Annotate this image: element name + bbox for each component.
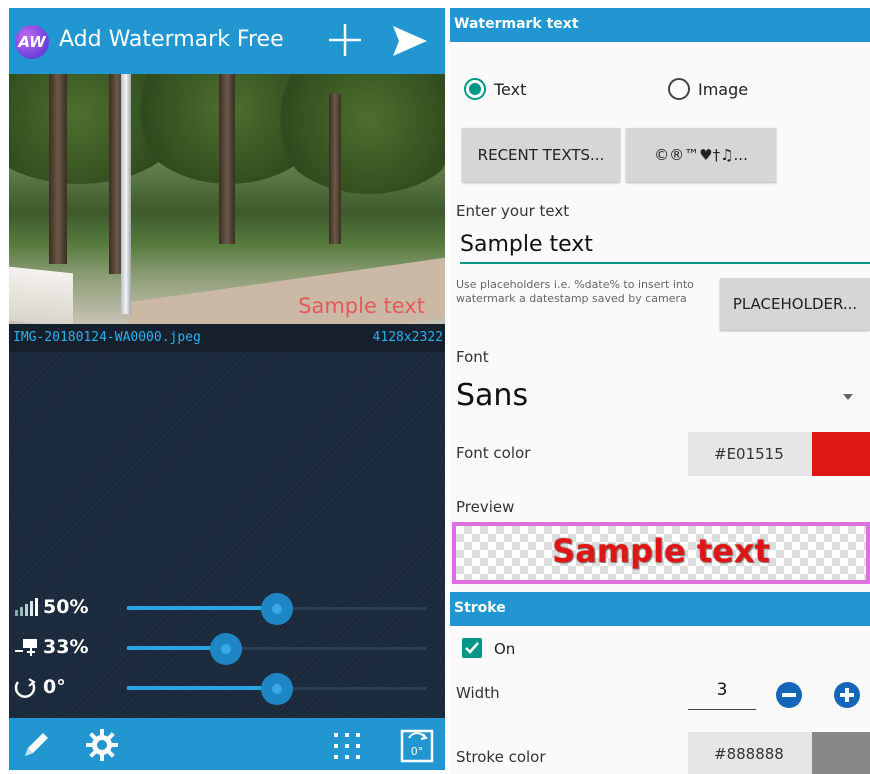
app-logo: AW [15, 25, 49, 59]
pencil-icon[interactable] [19, 728, 53, 762]
editor-panel: AW Add Watermark Free Sample text IMG-20… [9, 8, 445, 770]
watermark-text-input[interactable]: Sample text [460, 232, 870, 264]
stroke-on-label: On [494, 640, 516, 658]
size-icon [15, 639, 37, 656]
check-icon [465, 642, 479, 654]
rotation-value: 0° [43, 676, 66, 698]
photo-preview[interactable]: Sample text [9, 74, 445, 324]
preview-text: Sample text [552, 532, 770, 570]
rotation-thumb[interactable] [261, 673, 293, 705]
bottom-toolbar: 0° [9, 718, 445, 770]
grid-icon[interactable] [331, 730, 363, 762]
radio-text[interactable]: Text [464, 76, 584, 102]
app-bar: AW Add Watermark Free [9, 8, 445, 74]
minus-icon [782, 693, 796, 697]
font-color-label: Font color [456, 444, 531, 462]
decrease-width-button[interactable] [776, 682, 802, 708]
preview-label: Preview [456, 498, 515, 516]
font-color-swatch[interactable] [812, 432, 870, 476]
stroke-color-field[interactable]: #888888 [688, 732, 812, 774]
opacity-icon [15, 598, 38, 616]
rotation-icon [14, 678, 36, 698]
stroke-checkbox[interactable] [462, 638, 482, 658]
placeholder-hint: Use placeholders i.e. %date% to insert i… [456, 278, 694, 305]
app-title: Add Watermark Free [59, 27, 284, 52]
stroke-width-input[interactable]: 3 [688, 680, 756, 710]
dropdown-arrow-icon[interactable] [843, 394, 853, 400]
symbols-button[interactable]: ©®™♥†♫... [626, 128, 776, 182]
size-value: 33% [43, 636, 89, 658]
settings-panel: Watermark text Text Image RECENT TEXTS..… [450, 8, 870, 774]
size-slider-row: 33% [9, 630, 445, 666]
size-thumb[interactable] [210, 633, 242, 665]
stroke-color-label: Stroke color [456, 748, 546, 766]
enter-text-label: Enter your text [456, 202, 570, 220]
radio-text-label: Text [494, 80, 527, 99]
width-label: Width [456, 684, 500, 702]
radio-image-label: Image [698, 80, 749, 99]
plus-icon [840, 688, 854, 702]
stroke-header: Stroke [450, 592, 870, 626]
rotate-icon[interactable]: 0° [399, 726, 435, 764]
opacity-fill [127, 606, 277, 610]
opacity-thumb[interactable] [261, 593, 293, 625]
image-info-bar: IMG-20180124-WA0000.jpeg 4128x2322 [9, 324, 445, 352]
watermark-text-header: Watermark text [450, 8, 870, 42]
add-icon[interactable] [327, 22, 363, 58]
recent-texts-button[interactable]: RECENT TEXTS... [462, 128, 620, 182]
rotate-angle: 0° [411, 745, 424, 758]
filename: IMG-20180124-WA0000.jpeg [13, 330, 201, 345]
stroke-color-swatch[interactable] [812, 732, 870, 774]
radio-text-indicator[interactable] [464, 78, 486, 100]
radio-image[interactable]: Image [668, 76, 788, 102]
placeholder-button[interactable]: PLACEHOLDER... [720, 278, 870, 330]
radio-image-indicator[interactable] [668, 78, 690, 100]
increase-width-button[interactable] [834, 682, 860, 708]
rotation-fill [127, 686, 277, 690]
font-dropdown[interactable]: Sans [456, 378, 528, 413]
preview-box: Sample text [452, 522, 870, 584]
font-label: Font [456, 348, 489, 366]
gear-icon[interactable] [85, 728, 119, 762]
font-color-field[interactable]: #E01515 [688, 432, 812, 476]
rotation-slider-row: 0° [9, 670, 445, 706]
send-icon[interactable] [391, 22, 429, 60]
resolution: 4128x2322 [372, 330, 443, 345]
opacity-value: 50% [43, 596, 89, 618]
watermark-overlay[interactable]: Sample text [298, 294, 425, 318]
opacity-slider-row: 50% [9, 590, 445, 626]
